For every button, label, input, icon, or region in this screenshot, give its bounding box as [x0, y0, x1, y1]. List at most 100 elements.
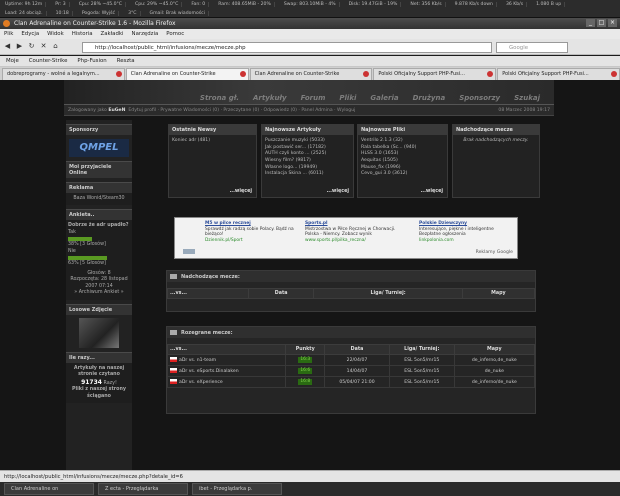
article-item[interactable]: AUTH czyli konto ... (2525)	[265, 151, 350, 158]
browser-tab-active[interactable]: Clan Adrenaline on Counter-Strike	[125, 68, 249, 80]
menu-edit[interactable]: Edycja	[21, 31, 39, 37]
ad-url[interactable]: www.sports.pl/pilka_reczna/	[305, 238, 366, 243]
browser-tab[interactable]: dobreprogramy - wolné a legalnym...	[2, 68, 125, 80]
bookmark-folder[interactable]: Php-Fusion	[77, 58, 106, 64]
table-row[interactable]: aDr vs. eSports.Dinalaken 16:6 14/04/07 …	[166, 365, 536, 377]
file-item[interactable]: Cevo_gui 3.0 (3612)	[361, 171, 444, 178]
menu-bookmarks[interactable]: Zakładki	[101, 31, 124, 37]
window-title: Clan Adrenaline on Counter-Strike 1.6 - …	[14, 20, 176, 27]
poll-bar	[68, 237, 92, 242]
random-photo[interactable]	[79, 317, 119, 348]
menu-view[interactable]: Widok	[47, 31, 64, 37]
match-score: 16:6	[298, 368, 313, 374]
close-tab-icon[interactable]	[239, 71, 246, 77]
counter-box: Artykuły na naszej stronie czytano 91734…	[66, 362, 132, 404]
nav-sponsors[interactable]: Sponsorzy	[459, 94, 500, 102]
match-link[interactable]: aDr vs. eXperience	[179, 380, 223, 385]
article-item[interactable]: Wiesny film? (9817)	[265, 158, 350, 165]
bookmark-folder[interactable]: Reszta	[117, 58, 135, 64]
ad-unit[interactable]: M5 w pilce recznej Sprawdź jak radzą sobi…	[205, 221, 301, 244]
bookmark-folder[interactable]: Counter-Strike	[29, 58, 68, 64]
system-stat: Load: 24 obciąż.	[2, 11, 47, 16]
ad-unit[interactable]: Polskie Dziewczyny Interesujące, piękne i…	[419, 221, 515, 244]
firefox-icon	[3, 20, 10, 27]
close-button[interactable]: ×	[608, 19, 617, 27]
ad-unit[interactable]: Sports.pl Mistrzostwa w Piłce Ręcznej w C…	[305, 221, 401, 244]
nav-gallery[interactable]: Galeria	[370, 94, 398, 102]
more-link[interactable]: ...więcej	[229, 189, 252, 194]
tab-strip: dobreprogramy - wolné a legalnym... Clan…	[0, 67, 620, 80]
menu-file[interactable]: Plik	[4, 31, 13, 37]
ads-by-google[interactable]: Reklamy Google	[476, 250, 513, 255]
menu-history[interactable]: Historia	[72, 31, 93, 37]
news-item[interactable]: Koniec adr (481)	[172, 138, 253, 145]
nav-files[interactable]: Pliki	[339, 94, 356, 102]
ad-url[interactable]: Dziennik.pl/Sport	[205, 238, 243, 243]
home-icon[interactable]: ⌂	[51, 42, 60, 51]
col-maps: Mapy	[453, 344, 536, 355]
upcoming-matches-section: Nadchodzące mecze: ...vs... Data Liga/ T…	[166, 270, 536, 312]
search-input[interactable]: Google	[496, 42, 568, 53]
nav-search[interactable]: Szukaj	[514, 94, 540, 102]
forward-icon[interactable]: ▶	[15, 42, 24, 51]
poll-archive-link[interactable]: » Archiwum Ankiet »	[74, 290, 124, 295]
stop-icon[interactable]: ✕	[39, 42, 48, 51]
system-stat: 3°C	[125, 11, 141, 16]
counter-value: 91734	[81, 378, 102, 386]
url-bar[interactable]: http://localhost/public_html/infusions/m…	[82, 42, 492, 53]
taskbar-item[interactable]: ibet - Przeglądarka p.	[192, 483, 282, 495]
system-stat: Swap: 803.10MiB - 4%	[281, 2, 340, 7]
more-link[interactable]: ...więcej	[420, 189, 443, 194]
match-link[interactable]: aDr vs. n1-team	[179, 358, 216, 363]
bookmark-folder[interactable]: Moje	[6, 58, 19, 64]
menu-tools[interactable]: Narzędzia	[132, 31, 159, 37]
nav-home[interactable]: Strona gł.	[200, 94, 239, 102]
minimize-button[interactable]: _	[586, 19, 595, 27]
table-row[interactable]: aDr vs. n1-team 16:3 22/04/07 ESL 5on5/m…	[166, 354, 536, 366]
ads-heading: Reklama	[66, 182, 132, 193]
nav-team[interactable]: Drużyna	[413, 94, 446, 102]
poll-option: Tak	[68, 229, 76, 235]
reload-icon[interactable]: ↻	[27, 42, 36, 51]
username[interactable]: EuGeN	[108, 108, 125, 113]
latest-news-box: Ostatnie Newsy Koniec adr (481) ...więce…	[168, 124, 257, 198]
close-tab-icon[interactable]	[487, 71, 494, 77]
match-date: 22/04/07	[324, 354, 390, 366]
counter-text: Artykuły na naszej stronie czytano	[73, 365, 125, 378]
close-tab-icon[interactable]	[363, 71, 370, 77]
browser-tab[interactable]: Polski Oficjalny Support PHP-Fusi...	[497, 68, 620, 80]
col-points: Punkty	[285, 344, 326, 355]
browser-tab[interactable]: Clan Adrenaline on Counter-Strike	[249, 68, 373, 80]
nav-forum[interactable]: Forum	[301, 94, 326, 102]
ad-nav-icon[interactable]	[183, 249, 195, 254]
table-row[interactable]: aDr vs. eXperience 16:8 05/04/07 21:00 E…	[166, 376, 536, 388]
back-icon[interactable]: ◀	[3, 42, 12, 51]
nav-articles[interactable]: Artykuły	[253, 94, 287, 102]
user-links[interactable]: Edytuj profil · Prywatne Wiadomości (0) …	[128, 108, 355, 113]
taskbar-item[interactable]: Z ecta - Przeglądarka	[98, 483, 188, 495]
file-item[interactable]: HLSS 3.0 (1653)	[361, 151, 444, 158]
file-item[interactable]: Aequitas (1505)	[361, 158, 444, 165]
ad-url[interactable]: linkpolonia.com	[419, 238, 454, 243]
maximize-button[interactable]: □	[597, 19, 606, 27]
taskbar: Clan Adrenaline on Z ecta - Przeglądarka…	[0, 482, 620, 496]
sponsor-logo[interactable]: QMPEL	[69, 139, 129, 157]
file-item[interactable]: Ventrilo 2.1.3 (32)	[361, 138, 444, 145]
more-link[interactable]: ...więcej	[326, 189, 349, 194]
article-item[interactable]: Puszczanie muzyki (5033)	[265, 138, 350, 145]
taskbar-item[interactable]: Clan Adrenaline on	[4, 483, 94, 495]
poll-heading: Ankieta..	[66, 209, 132, 221]
random-photo-heading: Losowe Zdjęcie	[66, 303, 132, 315]
article-item[interactable]: Instalacja Skina ... (6011)	[265, 171, 350, 178]
latest-news-heading: Ostatnie Newsy	[169, 125, 256, 135]
close-tab-icon[interactable]	[115, 71, 122, 77]
ads-text[interactable]: Baza Wonid/Steam30	[66, 193, 132, 206]
system-stat: Fan: 0	[188, 2, 210, 7]
flag-icon	[170, 357, 177, 362]
close-tab-icon[interactable]	[610, 71, 617, 77]
poll-result: 38% [3 Głosów]	[68, 242, 106, 248]
match-link[interactable]: aDr vs. eSports.Dinalaken	[179, 369, 239, 374]
browser-tab[interactable]: Polski Oficjalny Support PHP-Fusi...	[373, 68, 497, 80]
col-vs: ...vs...	[166, 344, 287, 355]
menu-help[interactable]: Pomoc	[166, 31, 184, 37]
